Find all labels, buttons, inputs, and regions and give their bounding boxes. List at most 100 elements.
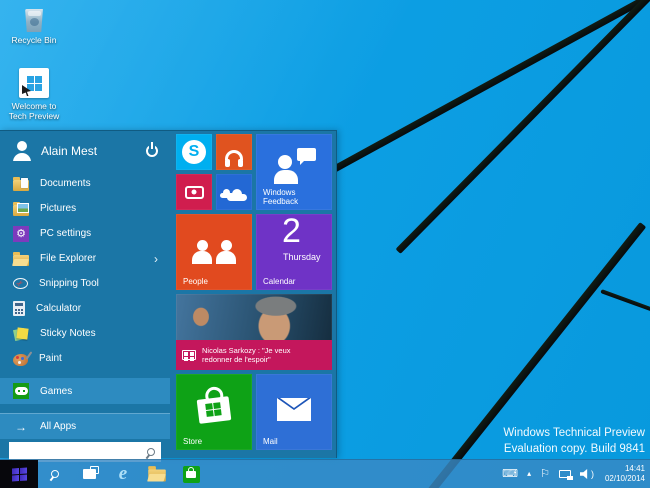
touch-keyboard-icon[interactable]: ⌨ (502, 468, 518, 480)
search-icon (147, 448, 155, 456)
paint-palette-icon (13, 353, 28, 366)
newspaper-icon (182, 350, 196, 360)
chevron-right-icon: › (154, 251, 158, 266)
menu-item-label: Documents (40, 178, 91, 189)
action-center-flag-icon[interactable]: ⚐ (540, 468, 550, 480)
internet-explorer-icon: e (118, 462, 128, 484)
internet-explorer-button[interactable]: e (106, 460, 140, 488)
menu-item-label: Snipping Tool (39, 278, 99, 289)
power-button[interactable] (146, 145, 158, 157)
calculator-icon (13, 301, 25, 316)
volume-wave: ) (590, 468, 594, 479)
tile-people[interactable]: People (176, 214, 252, 290)
news-caption-bar: Nicolas Sarkozy : "Je veux redonner de l… (176, 340, 332, 370)
menu-item-pictures[interactable]: Pictures (0, 196, 170, 221)
scissors-icon: ✂ (14, 277, 26, 289)
menu-item-label: File Explorer (40, 253, 97, 264)
menu-item-label: Pictures (40, 203, 77, 214)
desktop-icon-label: Welcome to Tech Preview (8, 101, 60, 121)
search-input[interactable] (15, 445, 147, 459)
news-caption: Nicolas Sarkozy : "Je veux redonner de l… (202, 346, 291, 365)
taskbar-search-button[interactable] (38, 460, 72, 488)
tile-store[interactable]: Store (176, 374, 252, 450)
menu-item-label: Paint (39, 353, 62, 364)
menu-item-pc-settings[interactable]: ⚙ PC settings (0, 221, 170, 246)
windows-logo-icon (26, 75, 42, 91)
tile-news[interactable]: Nicolas Sarkozy : "Je veux redonner de l… (176, 294, 332, 370)
tile-mail[interactable]: Mail (256, 374, 332, 450)
menu-item-calculator[interactable]: Calculator (0, 296, 170, 321)
windows-tile-icon (19, 68, 49, 98)
file-explorer-icon (13, 251, 29, 266)
watermark-line2: Evaluation copy. Build 9841 (503, 443, 645, 455)
menu-item-snipping-tool[interactable]: ✂ Snipping Tool (0, 271, 170, 296)
documents-folder-icon (13, 176, 29, 191)
menu-item-file-explorer[interactable]: File Explorer › (0, 246, 170, 271)
news-caption-line1: Nicolas Sarkozy : "Je veux (202, 345, 291, 355)
tile-music[interactable] (216, 134, 252, 170)
calendar-day: Thursday (283, 252, 321, 262)
desktop-icon-welcome-tech-preview[interactable]: Welcome to Tech Preview (6, 68, 62, 121)
search-icon (51, 470, 59, 478)
menu-item-label: Calculator (36, 303, 82, 314)
menu-item-label: Games (40, 385, 73, 397)
news-caption-line2: redonner de l'espoir" (202, 355, 271, 364)
desktop-icon-label: Recycle Bin (11, 35, 57, 45)
show-hidden-icons-button[interactable]: ▴ (527, 470, 531, 478)
tile-label: Store (183, 437, 203, 446)
tile-skype[interactable]: S (176, 134, 212, 170)
menu-item-label: Sticky Notes (40, 328, 96, 339)
calendar-date: 2 (282, 214, 301, 250)
tile-label: Mail (263, 437, 278, 446)
network-icon[interactable] (558, 470, 573, 480)
start-menu-tile-area: S Windows Feedback People 2 Thursday Cal… (172, 134, 334, 454)
store-icon (182, 465, 200, 483)
user-account-row[interactable]: Alain Mest (0, 131, 170, 161)
tile-label: Windows Feedback (263, 188, 299, 206)
menu-item-all-apps[interactable]: → All Apps (0, 413, 170, 439)
start-button[interactable] (0, 460, 38, 488)
store-bag-icon (196, 396, 232, 424)
tile-onedrive[interactable] (216, 174, 252, 210)
tile-label: Calendar (263, 277, 296, 286)
tile-calendar[interactable]: 2 Thursday Calendar (256, 214, 332, 290)
sticky-notes-icon (13, 326, 29, 342)
tile-label: People (183, 277, 208, 286)
menu-item-sticky-notes[interactable]: Sticky Notes (0, 321, 170, 346)
taskbar: e ⌨ ▴ ⚐ ) 14:41 02/10/2014 (0, 459, 650, 488)
tile-windows-feedback[interactable]: Windows Feedback (256, 134, 332, 210)
windows-logo-icon (11, 466, 27, 482)
tile-camera[interactable] (176, 174, 212, 210)
headphones-icon (225, 150, 243, 167)
store-button[interactable] (174, 460, 208, 488)
gear-icon: ⚙ (13, 225, 29, 242)
feedback-person-icon (274, 148, 316, 184)
system-tray: ⌨ ▴ ⚐ ) 14:41 02/10/2014 (502, 460, 650, 488)
menu-item-label: All Apps (40, 421, 77, 432)
snipping-tool-icon: ✂ (13, 277, 28, 289)
volume-icon[interactable]: ) (579, 468, 594, 479)
pictures-folder-icon (13, 201, 29, 216)
desktop-icon-recycle-bin[interactable]: Recycle Bin (6, 9, 62, 45)
menu-item-games[interactable]: Games (0, 378, 170, 404)
menu-item-documents[interactable]: Documents (0, 171, 170, 196)
start-menu-item-list: Documents Pictures ⚙ PC settings File Ex… (0, 171, 170, 462)
taskbar-clock[interactable]: 14:41 02/10/2014 (603, 464, 645, 484)
speaker-icon (579, 469, 588, 479)
desktop: Recycle Bin Welcome to Tech Preview Wind… (0, 0, 650, 488)
user-avatar-icon (12, 141, 32, 161)
menu-item-label: PC settings (40, 228, 92, 239)
user-name: Alain Mest (41, 144, 98, 158)
arrow-right-icon: → (15, 419, 27, 434)
file-explorer-button[interactable] (140, 460, 174, 488)
camera-icon (184, 185, 204, 199)
file-explorer-icon (148, 466, 166, 482)
recycle-bin-icon (25, 9, 43, 32)
menu-item-paint[interactable]: Paint (0, 346, 170, 371)
task-view-button[interactable] (72, 460, 106, 488)
clock-date: 02/10/2014 (604, 474, 645, 483)
watermark-line1: Windows Technical Preview (503, 427, 645, 439)
games-controller-icon (13, 383, 29, 399)
people-icon (192, 230, 236, 264)
evaluation-watermark: Windows Technical Preview Evaluation cop… (503, 425, 645, 457)
